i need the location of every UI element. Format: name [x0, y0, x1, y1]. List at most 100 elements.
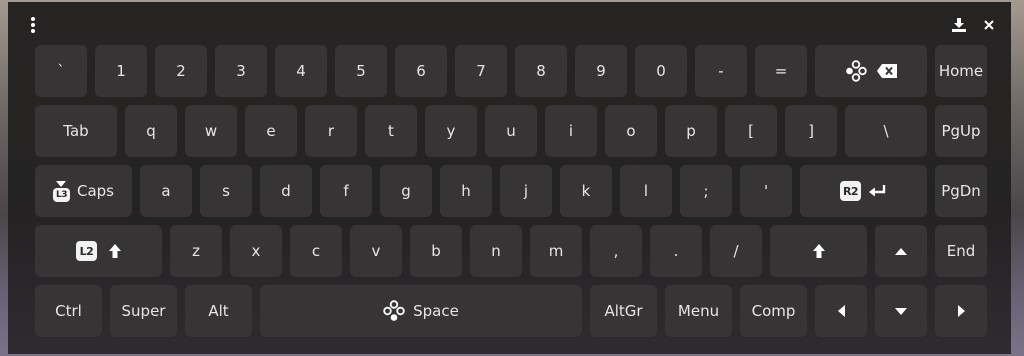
key-caps[interactable]: L3 Caps [35, 165, 132, 217]
key-super[interactable]: Super [110, 285, 177, 337]
key-label: z [192, 242, 200, 260]
key-arrow-left[interactable] [815, 285, 867, 337]
key-equals[interactable]: = [755, 45, 807, 97]
menu-button[interactable] [21, 13, 45, 37]
key-u[interactable]: u [485, 105, 537, 157]
key-g[interactable]: g [380, 165, 432, 217]
key-label: Tab [63, 122, 89, 140]
key-label: n [491, 242, 501, 260]
key-b[interactable]: b [410, 225, 462, 277]
key-y[interactable]: y [425, 105, 477, 157]
key-5[interactable]: 5 [335, 45, 387, 97]
key-pgup[interactable]: PgUp [935, 105, 987, 157]
key-3[interactable]: 3 [215, 45, 267, 97]
key-n[interactable]: n [470, 225, 522, 277]
key-j[interactable]: j [500, 165, 552, 217]
key-arrow-right[interactable] [935, 285, 987, 337]
caret-right-icon [957, 305, 965, 317]
key-8[interactable]: 8 [515, 45, 567, 97]
key-end[interactable]: End [935, 225, 987, 277]
key-arrow-up[interactable] [875, 225, 927, 277]
key-label: 2 [176, 62, 186, 80]
key-quote[interactable]: ' [740, 165, 792, 217]
key-menu[interactable]: Menu [665, 285, 732, 337]
key-right-bracket[interactable]: ] [785, 105, 837, 157]
key-enter[interactable]: R2 [800, 165, 927, 217]
key-alt[interactable]: Alt [185, 285, 252, 337]
key-space[interactable]: Space [260, 285, 582, 337]
caret-left-icon [837, 305, 845, 317]
backspace-icon [877, 64, 897, 78]
key-left-shift[interactable]: L2 [35, 225, 162, 277]
key-o[interactable]: o [605, 105, 657, 157]
key-right-shift[interactable] [770, 225, 867, 277]
key-label: . [673, 242, 679, 260]
key-v[interactable]: v [350, 225, 402, 277]
key-label: u [506, 122, 516, 140]
key-semicolon[interactable]: ; [680, 165, 732, 217]
key-e[interactable]: e [245, 105, 297, 157]
key-pgdn[interactable]: PgDn [935, 165, 987, 217]
key-label: End [946, 242, 976, 260]
key-comp[interactable]: Comp [740, 285, 807, 337]
key-w[interactable]: w [185, 105, 237, 157]
key-7[interactable]: 7 [455, 45, 507, 97]
key-label: i [568, 122, 574, 140]
key-tab[interactable]: Tab [35, 105, 117, 157]
key-4[interactable]: 4 [275, 45, 327, 97]
key-f[interactable]: f [320, 165, 372, 217]
key-ctrl[interactable]: Ctrl [35, 285, 102, 337]
key-label: = [774, 62, 788, 80]
key-label: 7 [476, 62, 486, 80]
key-label: j [523, 182, 529, 200]
key-t[interactable]: t [365, 105, 417, 157]
key-backspace[interactable] [815, 45, 927, 97]
key-h[interactable]: h [440, 165, 492, 217]
key-home[interactable]: Home [935, 45, 987, 97]
key-label: r [327, 122, 335, 140]
key-0[interactable]: 0 [635, 45, 687, 97]
key-a[interactable]: a [140, 165, 192, 217]
key-label: 8 [536, 62, 546, 80]
key-period[interactable]: . [650, 225, 702, 277]
key-slash[interactable]: / [710, 225, 762, 277]
key-d[interactable]: d [260, 165, 312, 217]
key-minus[interactable]: - [695, 45, 747, 97]
key-2[interactable]: 2 [155, 45, 207, 97]
key-i[interactable]: i [545, 105, 597, 157]
key-1[interactable]: 1 [95, 45, 147, 97]
key-x[interactable]: x [230, 225, 282, 277]
key-r[interactable]: r [305, 105, 357, 157]
key-c[interactable]: c [290, 225, 342, 277]
l3-label: L3 [52, 187, 70, 202]
download-button[interactable] [947, 13, 971, 37]
caret-down-icon [56, 180, 67, 187]
key-label: , [613, 242, 619, 260]
key-l[interactable]: l [620, 165, 672, 217]
key-altgr[interactable]: AltGr [590, 285, 657, 337]
key-arrow-down[interactable] [875, 285, 927, 337]
key-label: 4 [296, 62, 306, 80]
key-label: AltGr [604, 302, 643, 320]
key-label: l [643, 182, 649, 200]
key-label: c [311, 242, 321, 260]
key-label: k [581, 182, 591, 200]
key-9[interactable]: 9 [575, 45, 627, 97]
key-6[interactable]: 6 [395, 45, 447, 97]
key-backtick[interactable]: ` [35, 45, 87, 97]
gamepad-buttons-icon [383, 300, 405, 321]
key-q[interactable]: q [125, 105, 177, 157]
key-k[interactable]: k [560, 165, 612, 217]
key-backslash[interactable]: \ [845, 105, 927, 157]
key-label: PgUp [941, 122, 981, 140]
key-comma[interactable]: , [590, 225, 642, 277]
key-s[interactable]: s [200, 165, 252, 217]
key-m[interactable]: m [530, 225, 582, 277]
key-label: a [161, 182, 171, 200]
download-icon [952, 18, 966, 32]
close-icon [984, 20, 994, 30]
key-p[interactable]: p [665, 105, 717, 157]
key-z[interactable]: z [170, 225, 222, 277]
close-button[interactable] [977, 13, 1001, 37]
key-left-bracket[interactable]: [ [725, 105, 777, 157]
